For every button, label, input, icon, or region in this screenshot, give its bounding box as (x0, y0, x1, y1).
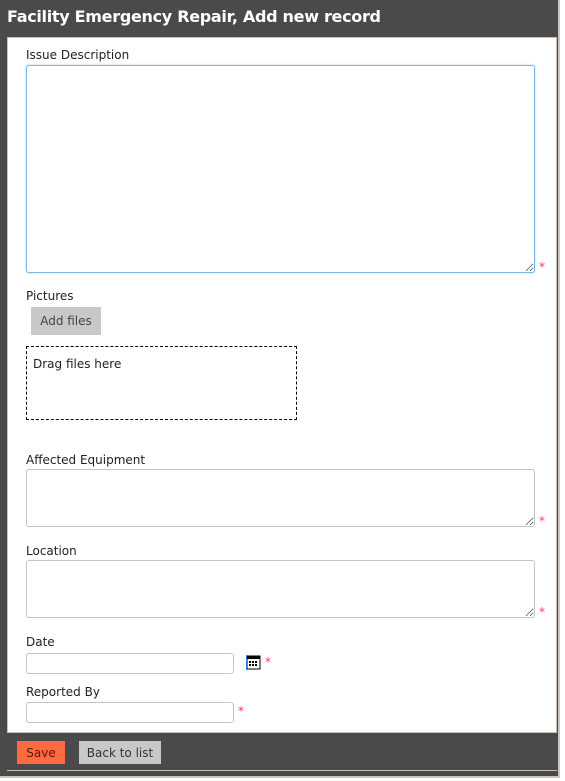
dropzone-text: Drag files here (33, 357, 122, 371)
calendar-icon[interactable] (246, 655, 261, 670)
date-input[interactable] (26, 653, 234, 674)
form-body: Issue Description * Pictures Add files D… (7, 37, 557, 733)
issue-description-label: Issue Description (26, 48, 130, 62)
required-marker: * (265, 655, 271, 669)
date-label: Date (26, 635, 55, 649)
affected-equipment-input[interactable] (26, 469, 535, 527)
back-to-list-button[interactable]: Back to list (79, 741, 161, 764)
location-label: Location (26, 544, 77, 558)
location-input[interactable] (26, 560, 535, 618)
required-marker: * (539, 514, 545, 528)
save-button[interactable]: Save (17, 741, 65, 764)
reported-by-label: Reported By (26, 685, 100, 699)
reported-by-input[interactable] (26, 702, 234, 723)
pictures-label: Pictures (26, 289, 74, 303)
form-footer: Save Back to list (7, 733, 557, 771)
issue-description-input[interactable] (26, 65, 535, 273)
required-marker: * (539, 260, 545, 274)
file-dropzone[interactable]: Drag files here (26, 346, 297, 420)
page-title: Facility Emergency Repair, Add new recor… (7, 7, 381, 26)
required-marker: * (539, 605, 545, 619)
add-files-button[interactable]: Add files (31, 307, 101, 335)
form-window: Facility Emergency Repair, Add new recor… (0, 0, 560, 778)
affected-equipment-label: Affected Equipment (26, 453, 146, 467)
required-marker: * (238, 704, 244, 718)
